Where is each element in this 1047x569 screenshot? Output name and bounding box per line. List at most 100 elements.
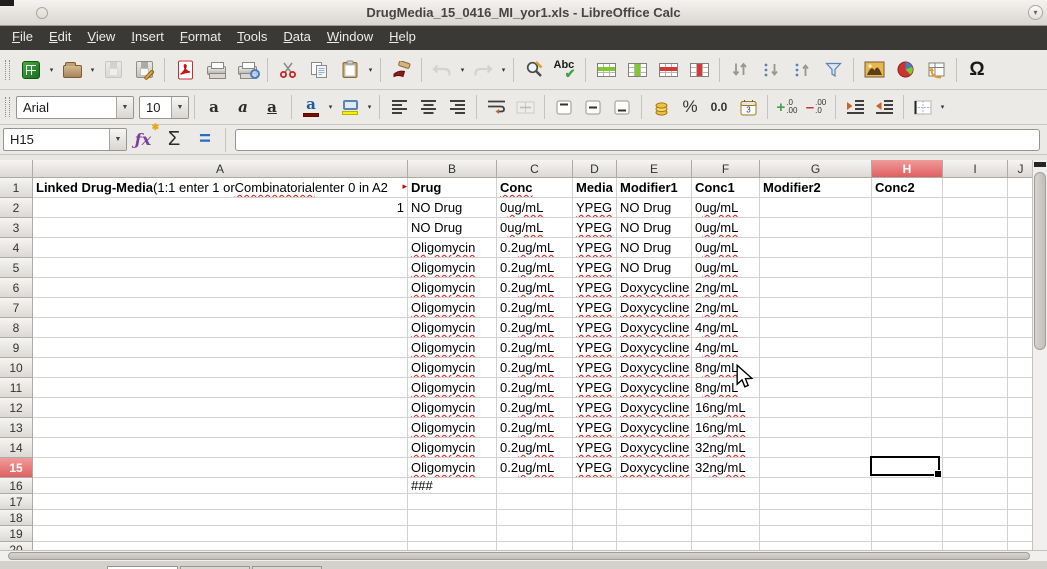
cell-D9[interactable]: YPEG (573, 338, 617, 358)
cell-D19[interactable] (573, 526, 617, 542)
cell-H10[interactable] (872, 358, 943, 378)
horizontal-scrollbar-thumb[interactable] (8, 552, 1030, 560)
undo-dropdown[interactable]: ▾ (458, 66, 467, 74)
cell-F2[interactable]: 0ug/mL (692, 198, 760, 218)
cell-I9[interactable] (943, 338, 1008, 358)
clone-formatting-button[interactable] (386, 55, 416, 85)
cell-C15[interactable]: 0.2ug/mL (497, 458, 573, 478)
paste-dropdown[interactable]: ▾ (366, 66, 375, 74)
align-left-button[interactable] (385, 94, 413, 120)
cell-F16[interactable] (692, 478, 760, 494)
row-header-8[interactable]: 8 (0, 318, 33, 338)
cell-J15[interactable] (1008, 458, 1032, 478)
name-box-dropdown[interactable]: ▼ (109, 129, 126, 150)
cell-I2[interactable] (943, 198, 1008, 218)
row-header-7[interactable]: 7 (0, 298, 33, 318)
cell-J7[interactable] (1008, 298, 1032, 318)
cell-J2[interactable] (1008, 198, 1032, 218)
center-vertically-button[interactable] (579, 94, 607, 120)
col-header-C[interactable]: C (497, 160, 573, 178)
cell-F13[interactable]: 16ng/mL (692, 418, 760, 438)
cell-B18[interactable] (408, 510, 497, 526)
cell-J10[interactable] (1008, 358, 1032, 378)
highlighting-color-dropdown[interactable]: ▾ (365, 103, 374, 111)
cell-D1[interactable]: Media (573, 178, 617, 198)
font-color-dropdown[interactable]: ▾ (326, 103, 335, 111)
cell-C2[interactable]: 0ug/mL (497, 198, 573, 218)
cell-J1[interactable] (1008, 178, 1032, 198)
cell-F17[interactable] (692, 494, 760, 510)
vertical-split-handle[interactable] (1034, 162, 1046, 167)
cell-B2[interactable]: NO Drug (408, 198, 497, 218)
delete-decimal-place-button[interactable]: –.00.0 (802, 94, 830, 120)
cell-G1[interactable]: Modifier2 (760, 178, 872, 198)
row-header-4[interactable]: 4 (0, 238, 33, 258)
format-as-currency-button[interactable] (647, 94, 675, 120)
cell-H4[interactable] (872, 238, 943, 258)
cell-D10[interactable]: YPEG (573, 358, 617, 378)
align-center-button[interactable] (414, 94, 442, 120)
cell-H13[interactable] (872, 418, 943, 438)
cell-J13[interactable] (1008, 418, 1032, 438)
cell-A15[interactable] (33, 458, 408, 478)
cell-B13[interactable]: Oligomycin (408, 418, 497, 438)
cell-J18[interactable] (1008, 510, 1032, 526)
col-header-J[interactable]: J (1008, 160, 1032, 178)
insert-special-character-button[interactable]: Ω (962, 55, 992, 85)
cell-E13[interactable]: Doxycycline (617, 418, 692, 438)
col-header-A[interactable]: A (33, 160, 408, 178)
formula-input[interactable] (235, 129, 1040, 151)
cell-C9[interactable]: 0.2ug/mL (497, 338, 573, 358)
vertical-scrollbar-thumb[interactable] (1034, 172, 1046, 350)
select-all-corner[interactable] (0, 160, 33, 178)
cell-G9[interactable] (760, 338, 872, 358)
format-as-date-button[interactable]: 3 (734, 94, 762, 120)
vertical-scrollbar[interactable] (1032, 160, 1047, 550)
row-header-19[interactable]: 19 (0, 526, 33, 542)
insert-pivot-table-button[interactable] (921, 55, 951, 85)
open-button[interactable] (57, 55, 87, 85)
cell-J19[interactable] (1008, 526, 1032, 542)
cell-E12[interactable]: Doxycycline (617, 398, 692, 418)
cell-F3[interactable]: 0ug/mL (692, 218, 760, 238)
cell-F20[interactable] (692, 542, 760, 550)
cell-E5[interactable]: NO Drug (617, 258, 692, 278)
cell-H11[interactable] (872, 378, 943, 398)
cell-C7[interactable]: 0.2ug/mL (497, 298, 573, 318)
cell-G4[interactable] (760, 238, 872, 258)
cell-B19[interactable] (408, 526, 497, 542)
cell-A10[interactable] (33, 358, 408, 378)
cell-D6[interactable]: YPEG (573, 278, 617, 298)
cell-F1[interactable]: Conc1 (692, 178, 760, 198)
cell-E4[interactable]: NO Drug (617, 238, 692, 258)
cell-G10[interactable] (760, 358, 872, 378)
cell-D12[interactable]: YPEG (573, 398, 617, 418)
menu-window[interactable]: Window (319, 26, 381, 50)
borders-dropdown[interactable]: ▾ (938, 103, 947, 111)
cell-J5[interactable] (1008, 258, 1032, 278)
cell-I17[interactable] (943, 494, 1008, 510)
delete-columns-button[interactable] (684, 55, 714, 85)
cell-C13[interactable]: 0.2ug/mL (497, 418, 573, 438)
cell-D11[interactable]: YPEG (573, 378, 617, 398)
cell-A16[interactable] (33, 478, 408, 494)
cell-G19[interactable] (760, 526, 872, 542)
cell-D16[interactable] (573, 478, 617, 494)
cell-E7[interactable]: Doxycycline (617, 298, 692, 318)
cell-G3[interactable] (760, 218, 872, 238)
cell-F7[interactable]: 2ng/mL (692, 298, 760, 318)
cell-F12[interactable]: 16ng/mL (692, 398, 760, 418)
cell-I15[interactable] (943, 458, 1008, 478)
col-header-E[interactable]: E (617, 160, 692, 178)
col-header-H[interactable]: H (872, 160, 943, 178)
cell-E19[interactable] (617, 526, 692, 542)
menu-data[interactable]: Data (275, 26, 318, 50)
cell-J6[interactable] (1008, 278, 1032, 298)
bold-button[interactable]: a (200, 94, 228, 120)
row-header-18[interactable]: 18 (0, 510, 33, 526)
menu-insert[interactable]: Insert (123, 26, 172, 50)
row-header-11[interactable]: 11 (0, 378, 33, 398)
italic-button[interactable]: a (229, 94, 257, 120)
cell-D20[interactable] (573, 542, 617, 550)
cell-C14[interactable]: 0.2ug/mL (497, 438, 573, 458)
